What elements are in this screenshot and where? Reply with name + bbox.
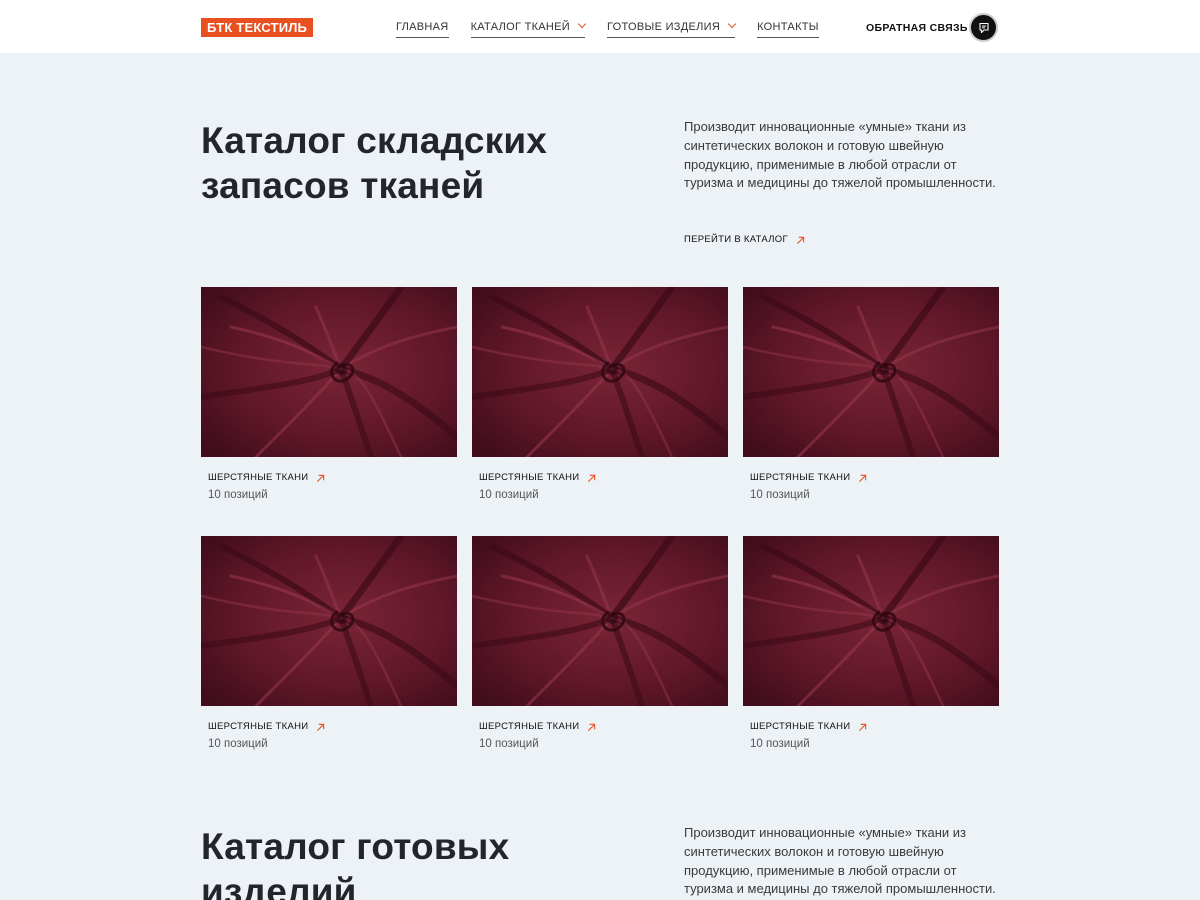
nav-item-ready-products[interactable]: ГОТОВЫЕ ИЗДЕЛИЯ bbox=[607, 19, 737, 38]
category-card[interactable]: ШЕРСТЯНЫЕ ТКАНИ 10 позиций bbox=[472, 287, 728, 502]
fabric-image bbox=[743, 536, 999, 706]
brand-logo[interactable]: БТК ТЕКСТИЛЬ bbox=[201, 18, 314, 37]
card-title-text: ШЕРСТЯНЫЕ ТКАНИ bbox=[208, 721, 309, 732]
nav-item-fabric-catalog[interactable]: КАТАЛОГ ТКАНЕЙ bbox=[470, 19, 587, 38]
main-nav: ГЛАВНАЯ КАТАЛОГ ТКАНЕЙ ГОТОВЫЕ ИЗДЕЛИЯ К… bbox=[396, 19, 819, 38]
fabric-image bbox=[743, 287, 999, 457]
card-count: 10 позиций bbox=[750, 489, 810, 501]
card-count: 10 позиций bbox=[479, 489, 539, 501]
card-count: 10 позиций bbox=[208, 738, 268, 750]
card-title: ШЕРСТЯНЫЕ ТКАНИ bbox=[479, 721, 728, 733]
fabric-image bbox=[201, 536, 457, 706]
card-title-text: ШЕРСТЯНЫЕ ТКАНИ bbox=[479, 472, 580, 483]
card-title-text: ШЕРСТЯНЫЕ ТКАНИ bbox=[750, 721, 851, 732]
card-title-text: ШЕРСТЯНЫЕ ТКАНИ bbox=[750, 472, 851, 483]
category-card[interactable]: ШЕРСТЯНЫЕ ТКАНИ 10 позиций bbox=[472, 536, 728, 751]
nav-item-label: КОНТАКТЫ bbox=[757, 20, 819, 33]
nav-item-label: ГОТОВЫЕ ИЗДЕЛИЯ bbox=[607, 20, 721, 33]
chevron-down-icon bbox=[577, 19, 587, 29]
go-to-catalog-label: ПЕРЕЙТИ В КАТАЛОГ bbox=[684, 234, 788, 245]
arrow-up-right-icon bbox=[859, 474, 867, 482]
chat-icon bbox=[978, 22, 989, 33]
fabric-image bbox=[472, 287, 728, 457]
category-card[interactable]: ШЕРСТЯНЫЕ ТКАНИ 10 позиций bbox=[201, 536, 457, 751]
chat-button[interactable] bbox=[969, 13, 998, 42]
page-title: Каталог складских запасов тканей bbox=[201, 120, 548, 206]
nav-item-label: КАТАЛОГ ТКАНЕЙ bbox=[470, 20, 571, 33]
card-title: ШЕРСТЯНЫЕ ТКАНИ bbox=[750, 721, 999, 733]
card-title: ШЕРСТЯНЫЕ ТКАНИ bbox=[208, 721, 457, 733]
card-title: ШЕРСТЯНЫЕ ТКАНИ bbox=[208, 472, 457, 484]
card-title-text: ШЕРСТЯНЫЕ ТКАНИ bbox=[479, 721, 580, 732]
arrow-up-right-icon bbox=[317, 723, 325, 731]
fabric-image bbox=[201, 287, 457, 457]
card-title: ШЕРСТЯНЫЕ ТКАНИ bbox=[750, 472, 999, 484]
arrow-up-right-icon bbox=[859, 723, 867, 731]
section-description: Производит инновационные «умные» ткани и… bbox=[684, 825, 996, 897]
arrow-up-right-icon bbox=[588, 474, 596, 482]
category-card[interactable]: ШЕРСТЯНЫЕ ТКАНИ 10 позиций bbox=[201, 287, 457, 502]
arrow-up-right-icon bbox=[796, 236, 805, 244]
section-title: Каталог готовых изделий bbox=[201, 826, 510, 900]
feedback-link[interactable]: ОБРАТНАЯ СВЯЗЬ bbox=[866, 21, 968, 35]
card-count: 10 позиций bbox=[479, 738, 539, 750]
site-header: БТК ТЕКСТИЛЬ ГЛАВНАЯ КАТАЛОГ ТКАНЕЙ ГОТО… bbox=[0, 0, 1200, 53]
category-card[interactable]: ШЕРСТЯНЫЕ ТКАНИ 10 позиций bbox=[743, 536, 999, 751]
nav-item-label: ГЛАВНАЯ bbox=[396, 20, 449, 33]
nav-item-home[interactable]: ГЛАВНАЯ bbox=[396, 20, 449, 38]
nav-item-contacts[interactable]: КОНТАКТЫ bbox=[757, 20, 819, 38]
card-title-text: ШЕРСТЯНЫЕ ТКАНИ bbox=[208, 472, 309, 483]
category-card[interactable]: ШЕРСТЯНЫЕ ТКАНИ 10 позиций bbox=[743, 287, 999, 502]
card-count: 10 позиций bbox=[750, 738, 810, 750]
chevron-down-icon bbox=[727, 19, 737, 29]
section-description: Производит инновационные «умные» ткани и… bbox=[684, 119, 996, 191]
fabric-image bbox=[472, 536, 728, 706]
go-to-catalog-link[interactable]: ПЕРЕЙТИ В КАТАЛОГ bbox=[684, 234, 805, 246]
arrow-up-right-icon bbox=[317, 474, 325, 482]
card-count: 10 позиций bbox=[208, 489, 268, 501]
card-title: ШЕРСТЯНЫЕ ТКАНИ bbox=[479, 472, 728, 484]
arrow-up-right-icon bbox=[588, 723, 596, 731]
